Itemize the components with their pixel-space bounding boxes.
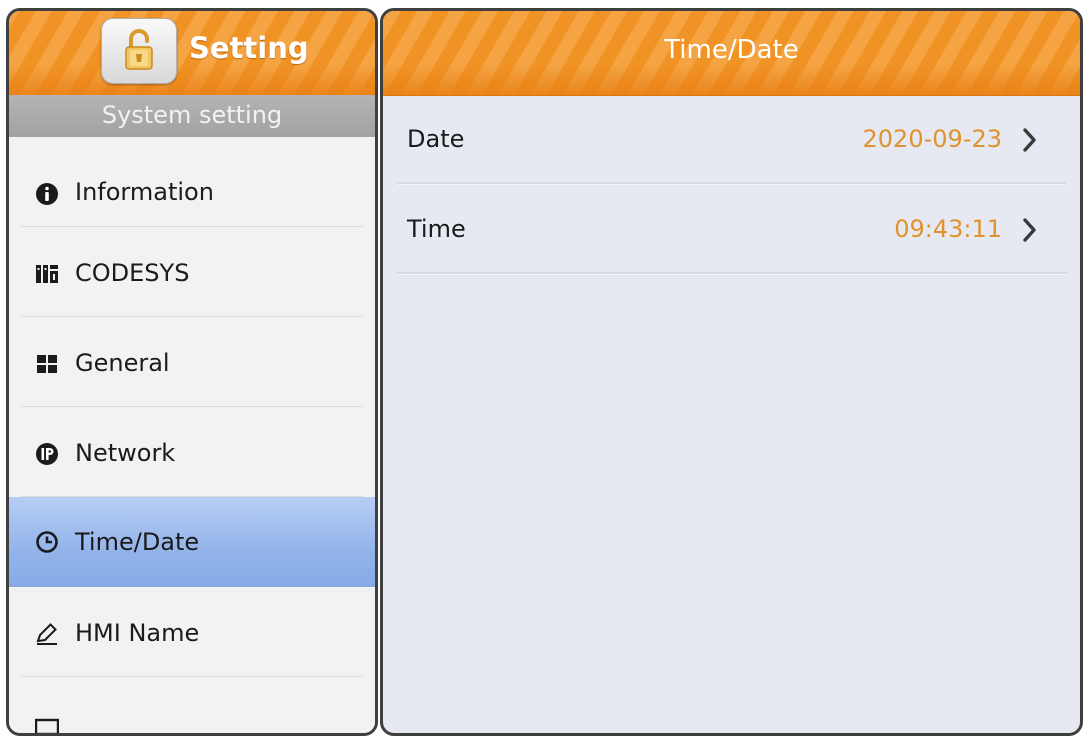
section-header: System setting (9, 95, 375, 137)
sidebar-item-label: General (75, 349, 170, 377)
content-panel: Time/Date Date 2020-09-23 Time 09:43:11 (380, 8, 1083, 736)
sidebar-item-codesys[interactable]: CODESYS (9, 227, 375, 317)
sidebar-item-label: Network (75, 439, 176, 467)
grid-icon (37, 355, 57, 373)
settings-window: Setting System setting Information CODES… (0, 0, 1090, 742)
sidebar-item-label: Information (75, 178, 214, 206)
clock-icon (36, 531, 58, 553)
pen-icon (36, 623, 57, 645)
time-value: 09:43:11 (894, 215, 1002, 243)
sidebar-item-label: HMI Name (75, 619, 200, 647)
sidebar-item-information[interactable]: Information (9, 137, 375, 227)
chevron-right-icon (1023, 218, 1036, 242)
page-title: Time/Date (664, 35, 799, 65)
sidebar-item-network[interactable]: Network (9, 407, 375, 497)
sidebar-item-label: CODESYS (75, 259, 190, 287)
sidebar-item-time-date[interactable]: Time/Date (9, 497, 375, 587)
screen-icon (35, 718, 59, 733)
ip-icon (36, 443, 58, 465)
date-row[interactable]: Date 2020-09-23 (397, 95, 1066, 185)
codesys-icon (36, 265, 58, 283)
chevron-right-icon (1023, 128, 1036, 152)
sidebar-item-general[interactable]: General (9, 317, 375, 407)
info-icon (36, 183, 58, 205)
unlocked-padlock-icon[interactable] (101, 18, 177, 84)
sidebar-item-partial[interactable] (9, 677, 375, 733)
divider (397, 272, 1066, 275)
date-value: 2020-09-23 (862, 125, 1002, 153)
sidebar-item-label: Time/Date (75, 528, 200, 556)
sidebar-menu: Information CODESYS General Network Time… (9, 137, 375, 733)
sidebar-panel: Setting System setting Information CODES… (6, 8, 378, 736)
time-label: Time (407, 215, 466, 243)
time-row[interactable]: Time 09:43:11 (397, 185, 1066, 275)
sidebar-title: Setting (189, 31, 309, 65)
date-label: Date (407, 125, 465, 153)
sidebar-item-hmi-name[interactable]: HMI Name (9, 587, 375, 677)
